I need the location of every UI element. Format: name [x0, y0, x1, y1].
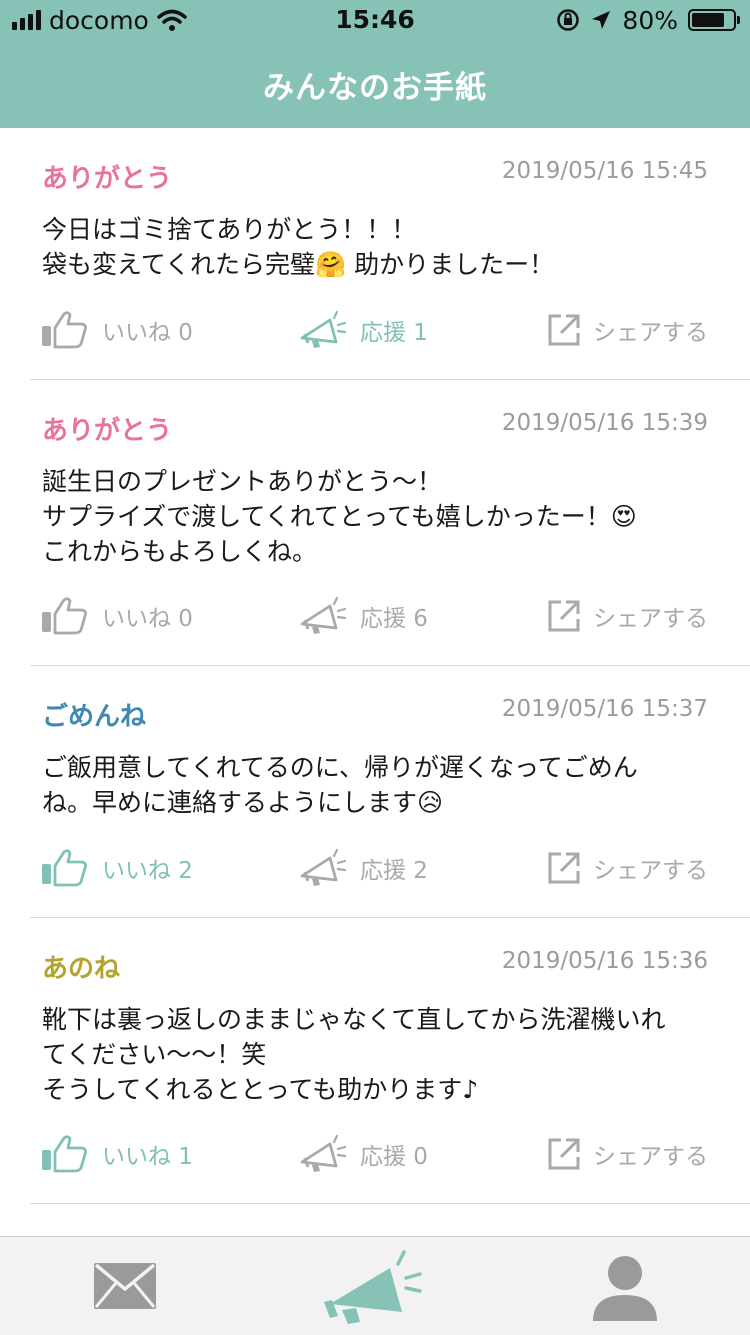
share-label: シェアする: [593, 858, 708, 884]
letter-datetime: 2019/05/16 15:36: [501, 948, 708, 974]
letter-category: ありがとう: [42, 164, 173, 194]
share-label: シェアする: [593, 1144, 708, 1170]
share-icon: [547, 313, 581, 347]
share-button[interactable]: シェアする: [547, 1132, 708, 1176]
letter-card: あのね 2019/05/16 15:36 靴下は裏っ返しのままじゃなくて直してか…: [30, 918, 750, 1204]
letter-datetime: 2019/05/16 15:45: [501, 158, 708, 184]
status-bar: docomo 15:46 80%: [0, 0, 750, 40]
megaphone-icon: [298, 1134, 348, 1174]
letter-body: 靴下は裏っ返しのままじゃなくて直してから洗濯機いれ てください〜〜！笑 そうして…: [42, 1005, 666, 1104]
share-button[interactable]: シェアする: [547, 308, 708, 352]
cheer-button[interactable]: 応援 0: [298, 1132, 428, 1176]
cheer-label: 応援 1: [360, 320, 428, 346]
letter-card: ありがとう 2019/05/16 15:45 今日はゴミ捨てありがとう！！！ 袋…: [30, 128, 750, 380]
share-button[interactable]: シェアする: [547, 594, 708, 638]
letter-body: ご飯用意してくれてるのに、帰りが遅くなってごめん ね。早めに連絡するようにします…: [42, 753, 638, 817]
nav-bar: みんなのお手紙: [0, 40, 750, 128]
letter-datetime: 2019/05/16 15:37: [501, 696, 708, 722]
status-right: 80%: [556, 5, 740, 35]
share-label: シェアする: [593, 606, 708, 632]
cheer-label: 応援 2: [360, 858, 428, 884]
location-icon: [592, 11, 611, 29]
letter-actions: いいね 1 応援 0 シェアする: [30, 1132, 750, 1176]
letter-actions: いいね 0 応援 6 シェアする: [30, 594, 750, 638]
like-label: いいね 2: [102, 858, 193, 884]
megaphone-icon: [298, 848, 348, 888]
battery-percent: 80%: [622, 5, 678, 35]
share-icon: [547, 851, 581, 885]
thumbs-up-icon: [40, 848, 90, 888]
share-icon: [547, 599, 581, 633]
battery-icon: [688, 9, 740, 31]
tab-letters[interactable]: [60, 1237, 190, 1335]
share-icon: [547, 1137, 581, 1171]
cheer-label: 応援 6: [360, 606, 428, 632]
megaphone-icon: [324, 1250, 422, 1324]
rotation-lock-icon: [557, 9, 580, 31]
thumbs-up-icon: [40, 310, 90, 350]
like-button[interactable]: いいね 1: [40, 1132, 193, 1176]
like-label: いいね 0: [102, 320, 193, 346]
tab-bar: [0, 1236, 750, 1335]
mail-icon: [94, 1263, 156, 1309]
tab-profile[interactable]: [560, 1237, 690, 1335]
cheer-button[interactable]: 応援 6: [298, 594, 428, 638]
letter-actions: いいね 0 応援 1 シェアする: [30, 308, 750, 352]
share-button[interactable]: シェアする: [547, 846, 708, 890]
letter-body: 今日はゴミ捨てありがとう！！！ 袋も変えてくれたら完璧🤗 助かりましたー！: [42, 215, 555, 279]
letter-card: ありがとう 2019/05/16 15:39 誕生日のプレゼントありがとう〜！ …: [30, 380, 750, 666]
like-button[interactable]: いいね 0: [40, 594, 193, 638]
thumbs-up-icon: [40, 596, 90, 636]
like-label: いいね 1: [102, 1144, 193, 1170]
letter-category: ごめんね: [42, 702, 147, 732]
user-icon: [593, 1256, 657, 1321]
like-button[interactable]: いいね 2: [40, 846, 193, 890]
letter-body: 誕生日のプレゼントありがとう〜！ サプライズで渡してくれてとっても嬉しかったー！…: [42, 467, 637, 566]
letter-actions: いいね 2 応援 2 シェアする: [30, 846, 750, 890]
cheer-button[interactable]: 応援 2: [298, 846, 428, 890]
letter-category: あのね: [42, 954, 121, 984]
tab-cheer[interactable]: [310, 1237, 440, 1335]
thumbs-up-icon: [40, 1134, 90, 1174]
megaphone-icon: [298, 596, 348, 636]
like-button[interactable]: いいね 0: [40, 308, 193, 352]
letter-category: ありがとう: [42, 416, 173, 446]
megaphone-icon: [298, 310, 348, 350]
letter-datetime: 2019/05/16 15:39: [501, 410, 708, 436]
share-label: シェアする: [593, 320, 708, 346]
cheer-button[interactable]: 応援 1: [298, 308, 428, 352]
like-label: いいね 0: [102, 606, 193, 632]
page-title: みんなのお手紙: [263, 70, 487, 106]
cheer-label: 応援 0: [360, 1144, 428, 1170]
letter-card: ごめんね 2019/05/16 15:37 ご飯用意してくれてるのに、帰りが遅く…: [30, 666, 750, 918]
